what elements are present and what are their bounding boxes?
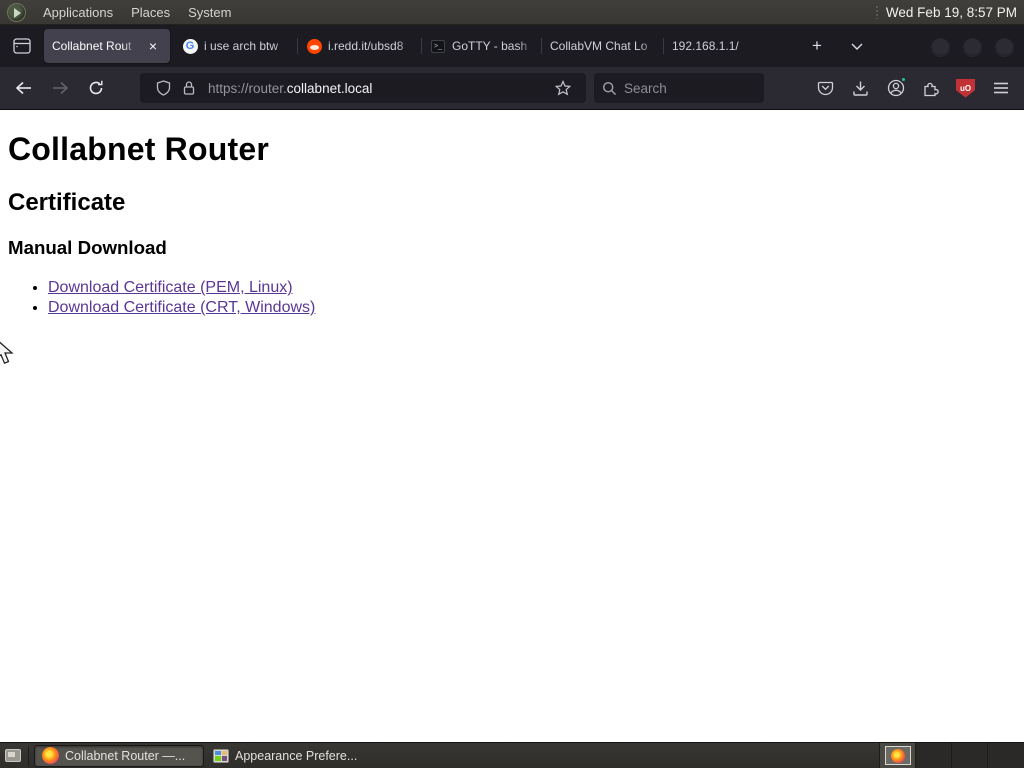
ublock-shield: uO xyxy=(956,78,975,98)
search-bar[interactable] xyxy=(594,73,764,103)
workspace-3[interactable] xyxy=(952,742,988,768)
list-item: Download Certificate (PEM, Linux) xyxy=(48,278,1016,298)
minimize-button[interactable] xyxy=(931,36,950,56)
workspace-2[interactable] xyxy=(916,742,952,768)
tab-list-chevron-icon[interactable] xyxy=(844,33,870,59)
taskbar-divider xyxy=(28,745,29,766)
workspace-switcher xyxy=(879,742,1024,768)
window-controls xyxy=(931,36,1024,56)
close-button[interactable] xyxy=(995,36,1014,56)
list-item: Download Certificate (CRT, Windows) xyxy=(48,298,1016,318)
tab-i-use-arch-btw[interactable]: G i use arch btw xyxy=(174,29,298,63)
distro-menu-icon[interactable] xyxy=(7,2,26,22)
appearance-preferences-icon xyxy=(213,748,229,763)
tab-title: CollabVM Chat Lo xyxy=(550,39,648,53)
ublock-origin-icon[interactable]: uO xyxy=(948,72,983,104)
tab-reddit[interactable]: i.redd.it/ubsd8 xyxy=(297,29,422,63)
page-title: Collabnet Router xyxy=(8,131,269,167)
menu-applications[interactable]: Applications xyxy=(34,1,122,24)
tab-title: GoTTY - bash xyxy=(452,39,528,53)
workspace-window-thumbnail xyxy=(884,746,911,765)
subsection-heading-manual-download: Manual Download xyxy=(8,237,167,258)
hamburger-menu-icon[interactable] xyxy=(983,72,1018,104)
tab-collabvm-chat[interactable]: CollabVM Chat Lo xyxy=(541,29,664,63)
maximize-button[interactable] xyxy=(963,36,982,56)
firefox-view-icon[interactable] xyxy=(8,32,36,60)
reddit-favicon-icon xyxy=(306,38,322,54)
clock[interactable]: Wed Feb 19, 8:57 PM xyxy=(886,5,1024,20)
download-crt-link[interactable]: Download Certificate (CRT, Windows) xyxy=(48,299,315,316)
lock-icon[interactable] xyxy=(176,76,202,100)
forward-icon[interactable] xyxy=(42,72,78,104)
task-collabnet-router[interactable]: Collabnet Router —... xyxy=(34,744,204,767)
google-favicon-icon: G xyxy=(182,38,198,54)
panel-handle[interactable] xyxy=(874,5,879,19)
url-text: https://router.collabnet.local xyxy=(208,80,373,96)
download-links-list: Download Certificate (PEM, Linux) Downlo… xyxy=(8,278,1016,318)
tab-gotty-bash[interactable]: >_ GoTTY - bash xyxy=(421,29,542,63)
firefox-icon xyxy=(890,748,905,763)
mouse-cursor xyxy=(0,338,17,366)
task-label: Appearance Prefere... xyxy=(235,748,358,763)
menu-places[interactable]: Places xyxy=(122,1,179,24)
back-icon[interactable] xyxy=(6,72,42,104)
tab-title: Collabnet Rout xyxy=(52,39,132,53)
reload-icon[interactable] xyxy=(78,72,114,104)
new-tab-button[interactable]: + xyxy=(804,33,830,59)
page-viewport: Collabnet Router Certificate Manual Down… xyxy=(0,110,1024,742)
downloads-icon[interactable] xyxy=(843,72,878,104)
toolbar-icons: uO xyxy=(808,72,1024,104)
workspace-4[interactable] xyxy=(988,742,1024,768)
tab-title: i.redd.it/ubsd8 xyxy=(328,39,404,53)
top-panel: Applications Places System Wed Feb 19, 8… xyxy=(0,0,1024,25)
task-appearance-preferences[interactable]: Appearance Prefere... xyxy=(206,745,372,767)
tab-close-icon[interactable]: × xyxy=(144,37,162,55)
tab-192-168-1-1[interactable]: 192.168.1.1/ xyxy=(663,29,770,63)
extensions-puzzle-icon[interactable] xyxy=(913,72,948,104)
section-heading-certificate: Certificate xyxy=(8,189,126,216)
bookmark-star-icon[interactable] xyxy=(550,76,576,100)
firefox-icon xyxy=(42,747,59,764)
bottom-taskbar: Collabnet Router —... Appearance Prefere… xyxy=(0,742,1024,768)
tab-collabnet-router[interactable]: Collabnet Rout × xyxy=(44,29,170,63)
firefox-nav-toolbar: https://router.collabnet.local Search uO xyxy=(0,67,1024,110)
firefox-tab-bar: Collabnet Rout × G i use arch btw i.redd… xyxy=(0,25,1024,67)
workspace-1[interactable] xyxy=(880,742,916,768)
show-desktop-icon[interactable] xyxy=(1,744,25,768)
desktop-screen: Applications Places System Wed Feb 19, 8… xyxy=(0,0,1024,768)
account-icon[interactable] xyxy=(878,72,913,104)
search-icon xyxy=(602,81,617,96)
shield-icon[interactable] xyxy=(150,76,176,100)
pocket-icon[interactable] xyxy=(808,72,843,104)
search-input[interactable] xyxy=(624,80,744,96)
download-pem-link[interactable]: Download Certificate (PEM, Linux) xyxy=(48,279,293,296)
tab-title: i use arch btw xyxy=(204,39,279,53)
account-status-badge xyxy=(900,76,907,83)
task-label: Collabnet Router —... xyxy=(65,748,186,763)
menu-system[interactable]: System xyxy=(179,1,240,24)
clock-area: Wed Feb 19, 8:57 PM xyxy=(874,5,1024,20)
terminal-favicon-icon: >_ xyxy=(430,38,446,54)
tab-title: 192.168.1.1/ xyxy=(672,39,739,53)
url-bar[interactable]: https://router.collabnet.local xyxy=(140,73,586,103)
